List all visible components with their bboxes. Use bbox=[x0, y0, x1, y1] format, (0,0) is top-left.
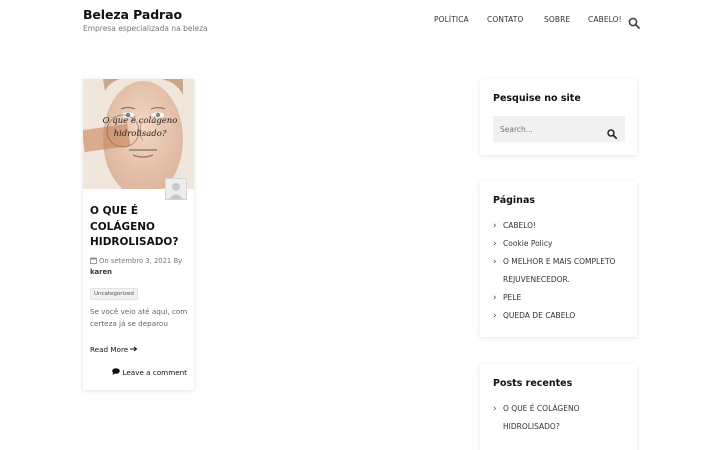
pages-widget-title: Páginas bbox=[493, 195, 536, 206]
search-widget-title: Pesquise no site bbox=[493, 93, 581, 104]
page-link-cabelo[interactable]: CABELO! bbox=[503, 221, 536, 230]
recent-posts-widget: Posts recentes O QUE É COLÁGENO HIDROLIS… bbox=[480, 364, 637, 450]
page-link-pele[interactable]: PELE bbox=[503, 293, 521, 302]
arrow-right-icon bbox=[130, 345, 138, 354]
comment-icon bbox=[112, 368, 122, 377]
post-title[interactable]: O QUE É COLÁGENO HIDROLISADO? bbox=[90, 204, 190, 251]
nav-item-cabelo[interactable]: CABELO! bbox=[588, 15, 622, 24]
list-item: O MELHOR E MAIS COMPLETO REJUVENECEDOR. bbox=[493, 253, 628, 289]
post-author[interactable]: karen bbox=[90, 267, 192, 277]
pages-widget: Páginas CABELO! Cookie Policy O MELHOR E… bbox=[480, 181, 637, 337]
recent-post-link[interactable]: O QUE É COLÁGENO HIDROLISADO? bbox=[503, 404, 579, 431]
post-card: O que é colágeno hidrolisado? O QUE É CO… bbox=[83, 79, 194, 390]
recent-posts-widget-title: Posts recentes bbox=[493, 378, 573, 389]
search-form bbox=[493, 116, 625, 142]
recent-posts-list: O QUE É COLÁGENO HIDROLISADO? bbox=[493, 400, 628, 436]
list-item: Cookie Policy bbox=[493, 235, 628, 253]
page-link-cookie-policy[interactable]: Cookie Policy bbox=[503, 239, 552, 248]
leave-comment-link[interactable]: Leave a comment bbox=[109, 368, 187, 377]
read-more-link[interactable]: Read More bbox=[90, 345, 138, 354]
page-link-queda-de-cabelo[interactable]: QUEDA DE CABELO bbox=[503, 311, 575, 320]
nav-item-contato[interactable]: CONTATO bbox=[487, 15, 523, 24]
read-more-label: Read More bbox=[90, 345, 129, 354]
category-badge[interactable]: Uncategorized bbox=[90, 288, 138, 300]
page: Beleza Padrao Empresa especializada na b… bbox=[0, 0, 720, 450]
date-prefix: On bbox=[99, 257, 109, 265]
nav-item-sobre[interactable]: SOBRE bbox=[544, 15, 570, 24]
by-label: By bbox=[173, 257, 183, 265]
comment-label: Leave a comment bbox=[122, 368, 187, 377]
post-image-caption: O que é colágeno hidrolisado? bbox=[102, 116, 178, 139]
post-thumbnail[interactable]: O que é colágeno hidrolisado? bbox=[83, 79, 194, 189]
search-input[interactable] bbox=[493, 116, 603, 142]
pages-list: CABELO! Cookie Policy O MELHOR E MAIS CO… bbox=[493, 217, 628, 325]
post-date[interactable]: setembro 3, 2021 bbox=[111, 257, 171, 265]
calendar-icon bbox=[90, 257, 97, 267]
nav-item-politica[interactable]: POLÍTICA bbox=[434, 15, 469, 24]
main-nav: POLÍTICA CONTATO SOBRE CABELO! bbox=[0, 15, 720, 27]
author-avatar[interactable] bbox=[165, 178, 187, 200]
list-item: PELE bbox=[493, 289, 628, 307]
post-excerpt: Se você veio até aqui, com certeza já se… bbox=[90, 307, 188, 328]
post-meta: On setembro 3, 2021 By karen bbox=[90, 256, 192, 277]
page-link-rejuvenecedor[interactable]: O MELHOR E MAIS COMPLETO REJUVENECEDOR. bbox=[503, 257, 615, 284]
list-item: QUEDA DE CABELO bbox=[493, 307, 628, 325]
search-submit-icon[interactable] bbox=[607, 124, 618, 140]
search-icon[interactable] bbox=[628, 14, 640, 29]
list-item: CABELO! bbox=[493, 217, 628, 235]
search-widget: Pesquise no site bbox=[480, 79, 637, 155]
list-item: O QUE É COLÁGENO HIDROLISADO? bbox=[493, 400, 628, 436]
